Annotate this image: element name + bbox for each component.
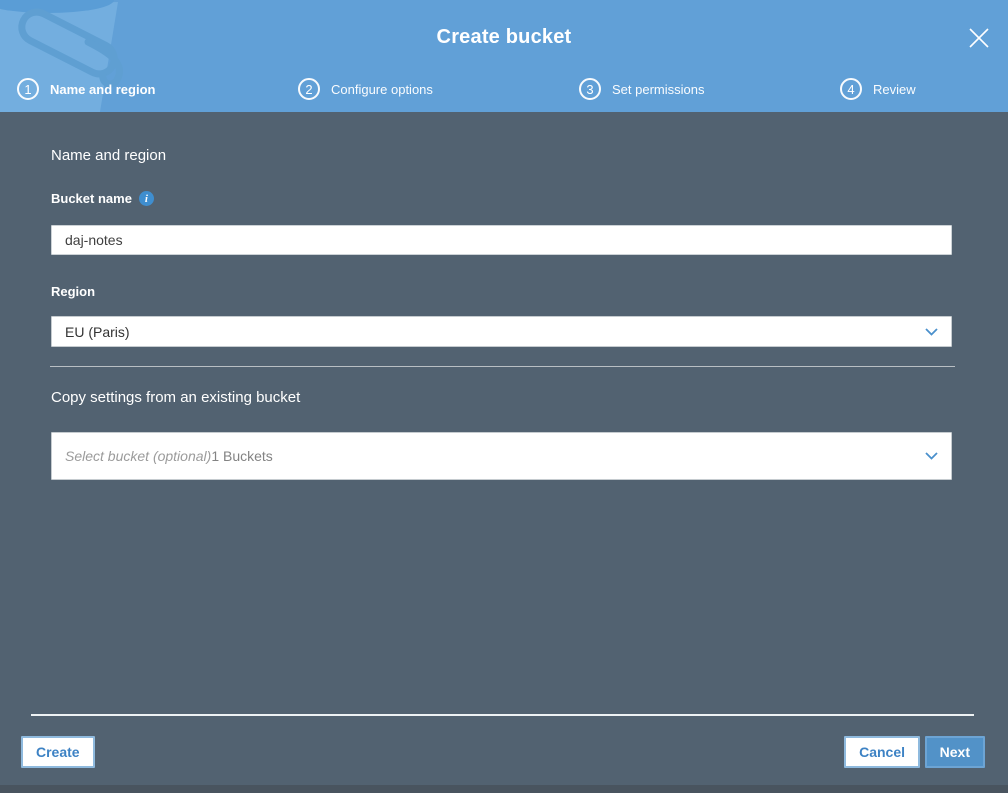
- create-bucket-modal: Create bucket 1 Name and region 2 Config…: [0, 0, 1008, 793]
- step-name-and-region[interactable]: 1 Name and region: [17, 78, 155, 100]
- step-number: 3: [579, 78, 601, 100]
- modal-bottom-edge: [0, 785, 1008, 793]
- section-title-copy-settings: Copy settings from an existing bucket: [51, 389, 301, 406]
- section-divider: [50, 366, 955, 367]
- cancel-button[interactable]: Cancel: [844, 736, 920, 768]
- region-selected-value: EU (Paris): [65, 323, 130, 340]
- close-icon[interactable]: [968, 27, 990, 49]
- step-label: Review: [873, 81, 916, 97]
- next-button[interactable]: Next: [924, 736, 985, 768]
- step-number: 4: [840, 78, 862, 100]
- footer-divider: [31, 714, 974, 716]
- step-set-permissions[interactable]: 3 Set permissions: [579, 78, 704, 100]
- section-title-name-and-region: Name and region: [51, 147, 167, 164]
- region-label: Region: [51, 284, 96, 299]
- step-number: 1: [17, 78, 39, 100]
- modal-header: Create bucket 1 Name and region 2 Config…: [0, 0, 1008, 112]
- bucket-name-label-text: Bucket name: [51, 191, 132, 206]
- region-select[interactable]: EU (Paris): [51, 316, 952, 347]
- step-label: Configure options: [331, 81, 433, 97]
- chevron-down-icon: [925, 452, 938, 460]
- bucket-name-label: Bucket name i: [51, 191, 154, 206]
- page-title: Create bucket: [436, 26, 572, 48]
- copy-select-placeholder: Select bucket (optional): [65, 448, 212, 464]
- step-label: Set permissions: [612, 81, 705, 97]
- step-configure-options[interactable]: 2 Configure options: [298, 78, 433, 100]
- chevron-down-icon: [925, 327, 938, 336]
- step-label: Name and region: [50, 81, 156, 97]
- step-review[interactable]: 4 Review: [840, 78, 916, 100]
- create-button[interactable]: Create: [21, 736, 95, 768]
- step-number: 2: [298, 78, 320, 100]
- copy-settings-bucket-select[interactable]: Select bucket (optional) 1 Buckets: [51, 432, 952, 480]
- info-icon[interactable]: i: [138, 191, 154, 206]
- bucket-name-input[interactable]: [51, 225, 952, 255]
- bucket-count-text: 1 Buckets: [211, 448, 273, 464]
